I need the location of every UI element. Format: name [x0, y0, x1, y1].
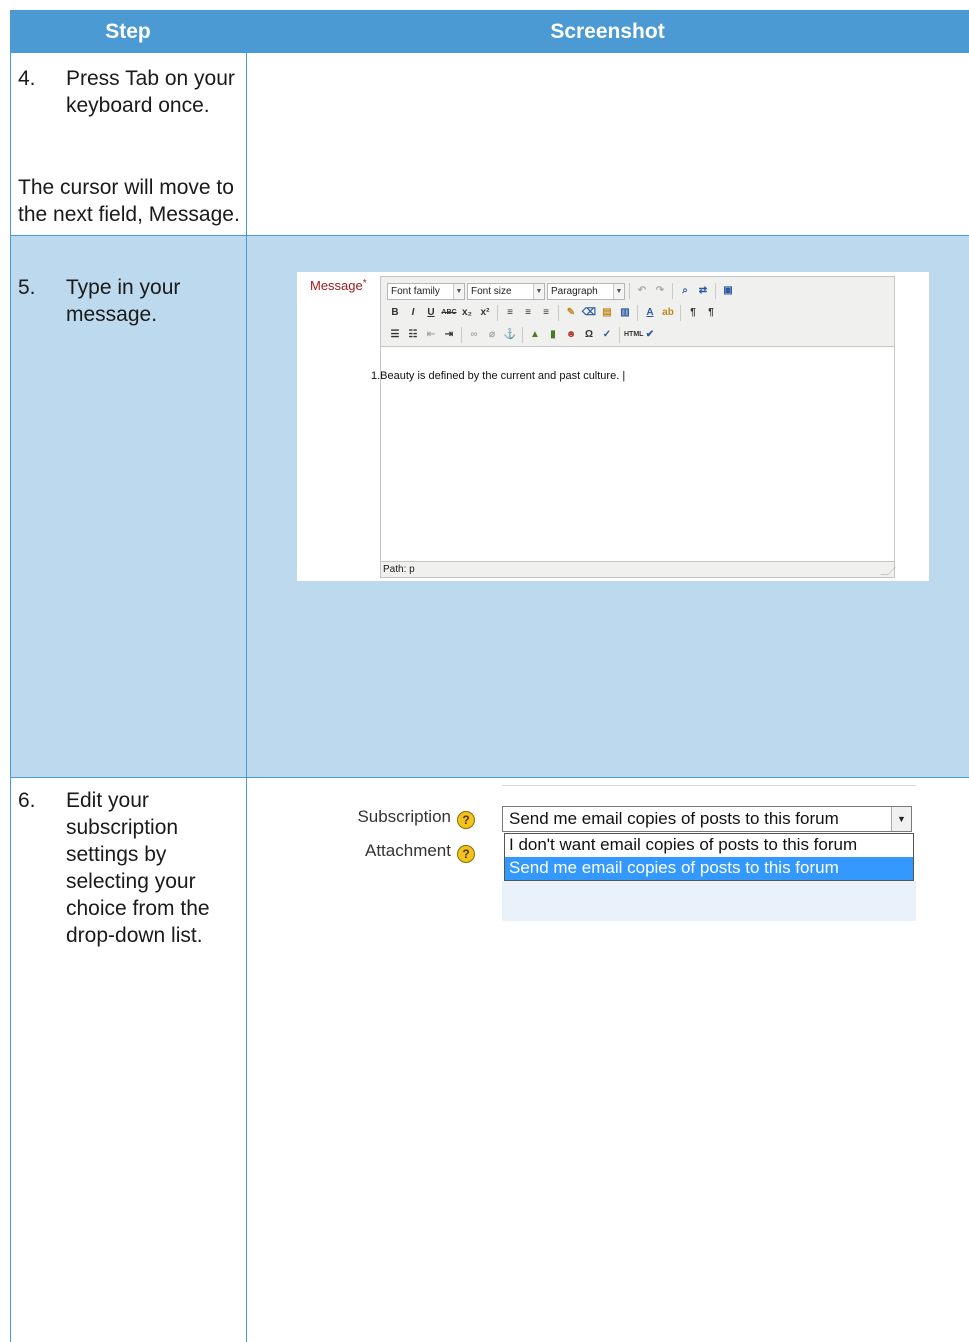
message-label: Message* [310, 278, 367, 293]
align-left-icon[interactable]: ≡ [502, 305, 518, 321]
bullet-list-icon[interactable]: ☰ [387, 327, 403, 343]
step-row-4: 4. Press Tab on your keyboard once. The … [10, 53, 969, 235]
selected-value: Send me email copies of posts to this fo… [509, 809, 839, 828]
underline-icon[interactable]: U [423, 305, 439, 321]
rtl-icon[interactable]: ¶ [703, 305, 719, 321]
chevron-down-icon[interactable]: ▼ [891, 807, 911, 831]
header-screenshot: Screenshot [550, 20, 665, 43]
editor-text: 1.Beauty is defined by the current and p… [371, 370, 626, 382]
step-text: Press Tab on your keyboard once. [66, 67, 235, 117]
step-text: Type in your message. [66, 276, 181, 326]
media-icon[interactable]: ▮ [545, 327, 561, 343]
unlink-icon[interactable]: ⌀ [484, 327, 500, 343]
undo-icon[interactable]: ↶ [634, 283, 650, 299]
paragraph-format-select[interactable]: Paragraph ▼ [547, 282, 625, 300]
highlight-icon[interactable]: ab [660, 305, 676, 321]
link-icon[interactable]: ∞ [466, 327, 482, 343]
subscription-select[interactable]: Send me email copies of posts to this fo… [502, 806, 912, 832]
step-text: Edit your subscription settings by selec… [66, 789, 210, 947]
step-number: 6. [18, 789, 36, 812]
font-size-select[interactable]: Font size ▼ [467, 282, 545, 300]
help-icon[interactable]: ? [457, 811, 475, 829]
resize-grip-icon[interactable] [880, 567, 896, 575]
attachment-label: Attachment? [327, 841, 475, 863]
header-step: Step [105, 20, 151, 43]
editor-path-bar: Path: p [381, 561, 896, 577]
numbered-list-icon[interactable]: ☷ [405, 327, 421, 343]
subscription-screenshot: Subscription? Attachment? Send me email … [307, 785, 917, 925]
spellcheck-icon[interactable]: ✓ [599, 327, 615, 343]
html-source-icon[interactable]: HTML [624, 327, 643, 343]
text-color-icon[interactable]: A [642, 305, 658, 321]
special-char-icon[interactable]: Ω [581, 327, 597, 343]
indent-icon[interactable]: ⇥ [441, 327, 457, 343]
replace-icon[interactable]: ⇄ [695, 283, 711, 299]
spell-icon[interactable]: ✔ [642, 327, 658, 343]
step-number: 4. [18, 67, 36, 90]
table-header: Step Screenshot [10, 10, 969, 53]
find-icon[interactable]: ⌕ [677, 283, 693, 299]
fullscreen-icon[interactable]: ▣ [720, 283, 736, 299]
message-editor-screenshot: Message* Font family ▼ Font size ▼ Paragra… [297, 272, 929, 581]
editor-toolbar: Font family ▼ Font size ▼ Paragraph ▼ ↶ ↷ ⌕… [381, 277, 894, 347]
dropdown-option[interactable]: I don't want email copies of posts to th… [505, 834, 913, 857]
subscription-label: Subscription? [327, 807, 475, 829]
ltr-icon[interactable]: ¶ [685, 305, 701, 321]
outdent-icon[interactable]: ⇤ [423, 327, 439, 343]
dropdown-list: I don't want email copies of posts to th… [504, 833, 914, 881]
anchor-icon[interactable]: ⚓ [502, 327, 518, 343]
italic-icon[interactable]: I [405, 305, 421, 321]
subscript-icon[interactable]: x₂ [459, 305, 475, 321]
image-icon[interactable]: ▲ [527, 327, 543, 343]
instruction-table: Step Screenshot 4. Press Tab on your key… [10, 10, 969, 1342]
remove-format-icon[interactable]: ⌫ [581, 305, 597, 321]
superscript-icon[interactable]: x² [477, 305, 493, 321]
strikethrough-icon[interactable]: ABC [441, 305, 457, 321]
rich-text-editor[interactable]: Font family ▼ Font size ▼ Paragraph ▼ ↶ ↷ ⌕… [371, 276, 896, 578]
cleanup-icon[interactable]: ✎ [563, 305, 579, 321]
column-divider [246, 53, 247, 1342]
paste-text-icon[interactable]: ▤ [599, 305, 615, 321]
step-note: The cursor will move to the next field, … [18, 176, 240, 226]
required-star: * [362, 278, 367, 289]
bold-icon[interactable]: B [387, 305, 403, 321]
font-family-select[interactable]: Font family ▼ [387, 282, 465, 300]
step-number: 5. [18, 276, 36, 299]
help-icon[interactable]: ? [457, 845, 475, 863]
editor-content-area[interactable]: 1.Beauty is defined by the current and p… [371, 348, 894, 563]
table-left-border [10, 53, 11, 1342]
align-center-icon[interactable]: ≡ [520, 305, 536, 321]
redo-icon[interactable]: ↷ [652, 283, 668, 299]
emoticon-icon[interactable]: ☻ [563, 327, 579, 343]
dropdown-option-selected[interactable]: Send me email copies of posts to this fo… [505, 857, 913, 880]
paste-word-icon[interactable]: ▥ [617, 305, 633, 321]
align-right-icon[interactable]: ≡ [538, 305, 554, 321]
